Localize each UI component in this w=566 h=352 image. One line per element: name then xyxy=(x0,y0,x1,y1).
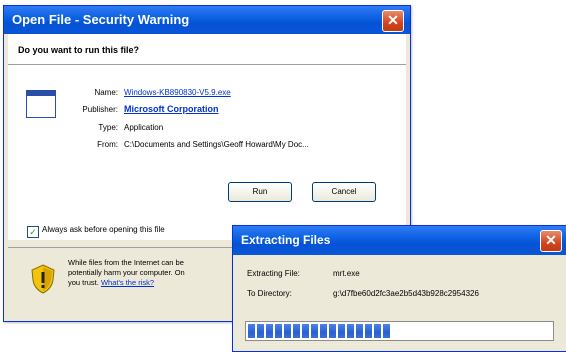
progress-segment xyxy=(320,324,327,338)
extracting-files-dialog: Extracting Files ✕ Extracting File: mrt.… xyxy=(232,225,566,352)
progress-fill xyxy=(248,324,390,338)
progress-segment xyxy=(356,324,363,338)
progress-segment xyxy=(374,324,381,338)
extract-dialog-close-icon[interactable]: ✕ xyxy=(540,230,562,252)
progress-segment xyxy=(365,324,372,338)
to-directory-label: To Directory: xyxy=(247,289,292,298)
warning-line-3: you trust. What's the risk? xyxy=(68,278,258,288)
to-directory-value: g:\d7fbe60d2fc3ae2b5d43b928c2954326 xyxy=(333,289,479,298)
security-dialog-title: Open File - Security Warning xyxy=(4,6,410,34)
progress-segment xyxy=(284,324,291,338)
file-name-link[interactable]: Windows-KB890830-V5.9.exe xyxy=(124,88,231,97)
progress-segment xyxy=(302,324,309,338)
extract-dialog-title: Extracting Files xyxy=(233,226,566,255)
progress-segment xyxy=(248,324,255,338)
warning-line-1: While files from the Internet can be xyxy=(68,258,184,267)
run-button[interactable]: Run xyxy=(228,182,292,202)
warning-line-3-text: you trust. xyxy=(68,278,99,287)
progress-segment xyxy=(383,324,390,338)
progress-segment xyxy=(347,324,354,338)
file-info-panel: Do you want to run this file? Name: Wind… xyxy=(8,34,406,240)
cancel-button[interactable]: Cancel xyxy=(312,182,376,202)
progress-segment xyxy=(275,324,282,338)
application-file-icon xyxy=(26,90,56,118)
progress-segment xyxy=(311,324,318,338)
extracting-file-value: mrt.exe xyxy=(333,269,360,278)
divider xyxy=(8,64,406,65)
run-question: Do you want to run this file? xyxy=(18,45,139,55)
progress-segment xyxy=(257,324,264,338)
security-dialog-close-icon[interactable]: ✕ xyxy=(382,10,404,32)
always-ask-label: Always ask before opening this file xyxy=(42,225,165,234)
progress-segment xyxy=(266,324,273,338)
type-label: Type: xyxy=(98,123,118,132)
publisher-link[interactable]: Microsoft Corporation xyxy=(124,104,219,114)
warning-line-2: potentially harm your computer. On xyxy=(68,268,185,277)
extracting-file-label: Extracting File: xyxy=(247,269,300,278)
progress-segment xyxy=(293,324,300,338)
always-ask-checkbox[interactable]: ✓ xyxy=(27,226,39,238)
warning-shield-icon xyxy=(31,264,55,294)
extract-dialog-body: Extracting File: mrt.exe To Directory: g… xyxy=(237,255,562,347)
progress-segment xyxy=(329,324,336,338)
security-warning-text: While files from the Internet can be pot… xyxy=(68,258,258,288)
type-value: Application xyxy=(124,123,164,132)
from-label: From: xyxy=(97,140,118,149)
extract-progress-bar xyxy=(245,321,554,341)
publisher-label: Publisher: xyxy=(82,105,118,114)
name-label: Name: xyxy=(94,88,118,97)
from-value: C:\Documents and Settings\Geoff Howard\M… xyxy=(124,140,309,149)
whats-the-risk-link[interactable]: What's the risk? xyxy=(101,278,154,287)
progress-segment xyxy=(338,324,345,338)
